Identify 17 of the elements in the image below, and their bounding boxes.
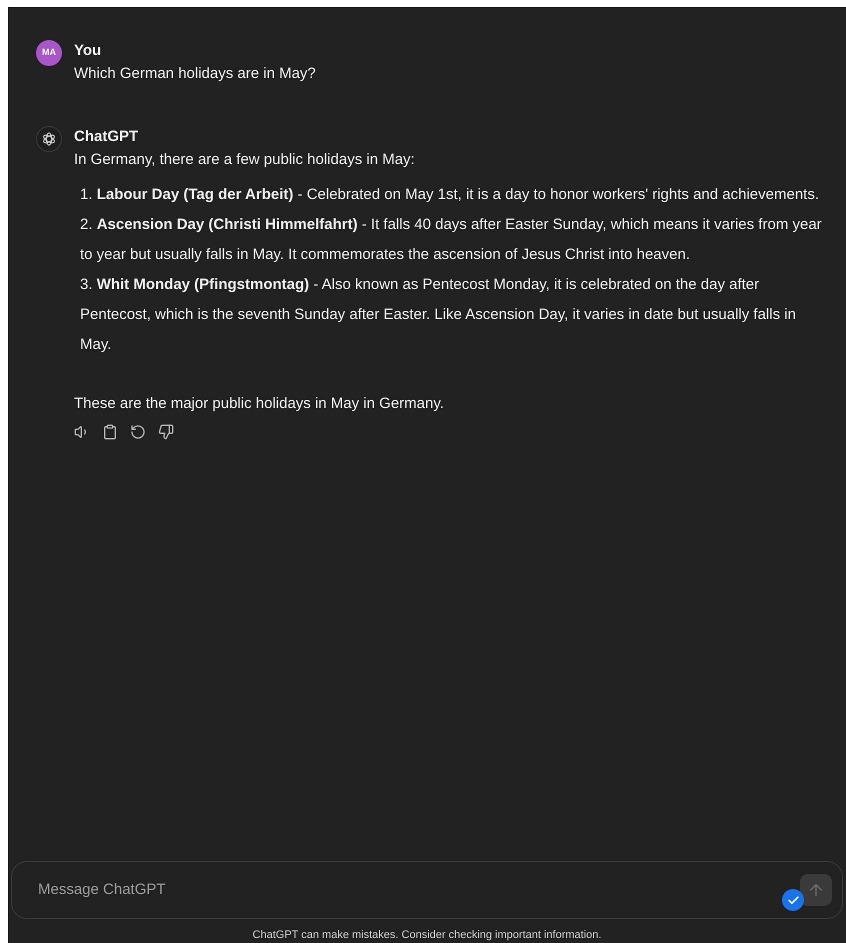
disclaimer-text: ChatGPT can make mistakes. Consider checking important information. <box>252 928 602 942</box>
thumbs-down-icon[interactable] <box>158 424 174 440</box>
author-name: ChatGPT <box>74 127 140 147</box>
user-avatar: MA <box>36 40 62 66</box>
list-item: 1. Labour Day (Tag der Arbeit) - Celebrated on May 1st, it is a day to honor workers' rights and achievements. <box>80 185 820 205</box>
message-text: Which German holidays are in May? <box>74 64 316 84</box>
regenerate-icon[interactable] <box>130 424 146 440</box>
list-item: 3. Whit Monday (Pfingstmontag) - Also known as Pentecost Monday, it is celebrated on the day after Pentecost, which is the seventh Sunday after Easter. Like Ascension Day, it varies in date but usually falls in May. <box>80 275 797 355</box>
author-name: You <box>74 41 102 61</box>
list-item: 2. Ascension Day (Christi Himmelfahrt) - It falls 40 days after Easter Sunday, which means it varies from year to year but usually falls in May. It commemorates the ascension of Jesus Christ into heaven. <box>80 215 823 265</box>
copy-icon[interactable] <box>102 424 118 440</box>
message-input[interactable]: Message ChatGPT <box>11 861 843 919</box>
message-text: In Germany, there are a few public holidays in May: <box>74 150 416 170</box>
message-text: These are the major public holidays in May in Germany. <box>74 394 445 414</box>
check-icon <box>786 894 800 906</box>
input-field[interactable]: Message ChatGPT <box>38 878 760 902</box>
logo-icon <box>41 131 57 147</box>
